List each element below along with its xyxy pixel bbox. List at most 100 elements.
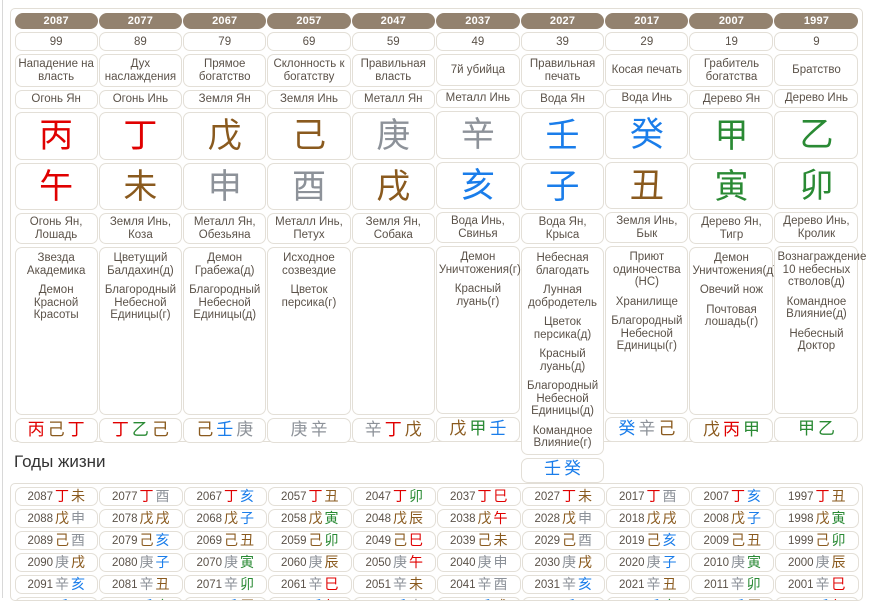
year-cell[interactable]: 2030庚戌 <box>522 553 606 572</box>
year-cell[interactable]: 2058戊寅 <box>268 509 352 528</box>
pillar-heavenly-stem[interactable]: 己 <box>267 112 350 160</box>
pillar-heavenly-stem[interactable]: 乙 <box>774 111 858 159</box>
year-cell[interactable]: 2039己未 <box>437 531 521 550</box>
pillar-earthly-branch[interactable]: 酉 <box>267 163 350 210</box>
pillar-earthly-branch[interactable]: 未 <box>99 163 182 210</box>
year-cell[interactable]: 1998戊寅 <box>775 509 859 528</box>
pillar-earthly-branch[interactable]: 午 <box>15 163 98 210</box>
pillar-earthly-branch[interactable]: 申 <box>183 163 266 210</box>
pillar-heavenly-stem[interactable]: 戊 <box>183 112 266 160</box>
year-cell[interactable]: 2078戊戌 <box>99 509 183 528</box>
year-cell[interactable]: 2089己酉 <box>15 531 99 550</box>
pillar-hidden-stems: 戊丙甲 <box>689 418 773 443</box>
year-cell[interactable]: 2019己亥 <box>606 531 690 550</box>
year-cell[interactable]: 2090庚戌 <box>15 553 99 572</box>
luck-pillar-column[interactable]: 204759Правильная властьМеталл Ян庚戌Земля … <box>352 13 435 486</box>
hidden-stem: 癸 <box>564 461 581 478</box>
pillar-earthly-branch[interactable]: 戌 <box>352 163 435 210</box>
pillar-earthly-branch[interactable]: 亥 <box>436 162 520 209</box>
year-cell[interactable]: 2000庚辰 <box>775 553 859 572</box>
year-cell[interactable]: 2051辛未 <box>353 575 437 594</box>
pillar-year-header[interactable]: 2027 <box>521 13 604 29</box>
pillar-heavenly-stem[interactable]: 丁 <box>99 112 182 160</box>
year-cell[interactable]: 2091辛亥 <box>15 575 99 594</box>
year-cell[interactable]: 2040庚申 <box>437 553 521 572</box>
luck-pillar-column[interactable]: 19979БратствоДерево Инь乙卯Дерево Инь, Кро… <box>774 13 858 486</box>
pillar-earthly-branch[interactable]: 子 <box>521 163 604 210</box>
year-branch: 卯 <box>832 534 846 548</box>
year-cell[interactable]: 2041辛酉 <box>437 575 521 594</box>
year-cell[interactable]: 2011辛卯 <box>691 575 775 594</box>
pillar-year-header[interactable]: 2007 <box>689 13 773 29</box>
year-cell[interactable]: 2057丁丑 <box>268 487 352 506</box>
year-cell[interactable]: 2037丁巳 <box>437 487 521 506</box>
year-cell[interactable]: 2048戊辰 <box>353 509 437 528</box>
luck-pillar-column[interactable]: 202739Правильная печатьВода Ян壬子Вода Ян,… <box>521 13 604 486</box>
luck-pillar-column[interactable]: 207789Дух наслажденияОгонь Инь丁未Земля Ин… <box>99 13 182 486</box>
year-cell[interactable]: 2088戊申 <box>15 509 99 528</box>
luck-pillar-column[interactable]: 205769Склонность к богатствуЗемля Инь己酉М… <box>267 13 350 486</box>
luck-pillar-column[interactable]: 206779Прямое богатствоЗемля Ян戊申Металл Я… <box>183 13 266 486</box>
pillar-year-header[interactable]: 2057 <box>267 13 350 29</box>
luck-pillar-column[interactable]: 2037497й убийцаМеталл Инь辛亥Вода Инь, Сви… <box>436 13 520 486</box>
year-cell[interactable]: 2001辛巳 <box>775 575 859 594</box>
pillar-year-header[interactable]: 2017 <box>605 13 688 29</box>
pillar-year-header[interactable]: 2067 <box>183 13 266 29</box>
pillar-year-header[interactable]: 2047 <box>352 13 435 29</box>
year-number: 2088 <box>27 513 53 525</box>
year-cell[interactable]: 2080庚子 <box>99 553 183 572</box>
year-cell[interactable]: 2050庚午 <box>353 553 437 572</box>
year-cell[interactable]: 2017丁酉 <box>606 487 690 506</box>
year-cell[interactable]: 2070庚寅 <box>184 553 268 572</box>
year-cell[interactable]: 2027丁未 <box>522 487 606 506</box>
hidden-stem: 己 <box>48 422 65 439</box>
pillar-heavenly-stem[interactable]: 癸 <box>605 111 688 159</box>
pillar-earthly-branch[interactable]: 丑 <box>605 162 688 209</box>
year-branch: 午 <box>409 556 423 570</box>
pillar-year-header[interactable]: 2087 <box>15 13 98 29</box>
year-cell[interactable]: 2038戊午 <box>437 509 521 528</box>
year-cell[interactable]: 2059己卯 <box>268 531 352 550</box>
luck-pillar-column[interactable]: 200719Грабитель богатстваДерево Ян甲寅Дере… <box>689 13 773 486</box>
year-cell[interactable]: 2049己巳 <box>353 531 437 550</box>
year-cell[interactable]: 2010庚寅 <box>691 553 775 572</box>
year-cell[interactable]: 2060庚辰 <box>268 553 352 572</box>
pillar-ten-god: Склонность к богатству <box>267 54 350 87</box>
year-cell[interactable]: 2020庚子 <box>606 553 690 572</box>
year-cell[interactable]: 2031辛亥 <box>522 575 606 594</box>
pillar-year-header[interactable]: 1997 <box>774 13 858 29</box>
pillar-heavenly-stem[interactable]: 丙 <box>15 112 98 160</box>
year-branch: 申 <box>71 512 85 526</box>
year-cell[interactable]: 1997丁丑 <box>775 487 859 506</box>
pillar-heavenly-stem[interactable]: 壬 <box>521 112 604 160</box>
pillar-year-header[interactable]: 2037 <box>436 13 520 29</box>
year-cell[interactable]: 2081辛丑 <box>99 575 183 594</box>
year-cell[interactable]: 2068戊子 <box>184 509 268 528</box>
year-cell[interactable]: 2047丁卯 <box>353 487 437 506</box>
year-cell[interactable]: 2077丁酉 <box>99 487 183 506</box>
year-cell[interactable]: 2018戊戌 <box>606 509 690 528</box>
year-cell[interactable]: 2028戊申 <box>522 509 606 528</box>
pillar-earthly-branch[interactable]: 卯 <box>774 162 858 209</box>
year-cell[interactable]: 2029己酉 <box>522 531 606 550</box>
year-cell[interactable]: 2007丁亥 <box>691 487 775 506</box>
pillar-earthly-branch[interactable]: 寅 <box>689 163 773 210</box>
pillar-heavenly-stem[interactable]: 甲 <box>689 112 773 160</box>
pillar-heavenly-stem[interactable]: 庚 <box>352 112 435 160</box>
year-cell[interactable]: 2087丁未 <box>15 487 99 506</box>
pillar-stem-element: Дерево Инь <box>774 89 858 108</box>
year-cell[interactable]: 2021辛丑 <box>606 575 690 594</box>
year-cell[interactable]: 2069己丑 <box>184 531 268 550</box>
year-cell[interactable]: 2071辛卯 <box>184 575 268 594</box>
year-cell[interactable]: 1999己卯 <box>775 531 859 550</box>
luck-pillar-column[interactable]: 208799Нападение на властьОгонь Ян丙午Огонь… <box>15 13 98 486</box>
year-cell[interactable]: 2079己亥 <box>99 531 183 550</box>
pillar-heavenly-stem[interactable]: 辛 <box>436 111 520 159</box>
pillar-year-header[interactable]: 2077 <box>99 13 182 29</box>
year-cell[interactable]: 2009己丑 <box>691 531 775 550</box>
luck-pillar-column[interactable]: 201729Косая печатьВода Инь癸丑Земля Инь, Б… <box>605 13 688 486</box>
year-cell[interactable]: 2067丁亥 <box>184 487 268 506</box>
pillar-stem-element: Огонь Инь <box>99 90 182 109</box>
year-cell[interactable]: 2008戊子 <box>691 509 775 528</box>
year-cell[interactable]: 2061辛巳 <box>268 575 352 594</box>
